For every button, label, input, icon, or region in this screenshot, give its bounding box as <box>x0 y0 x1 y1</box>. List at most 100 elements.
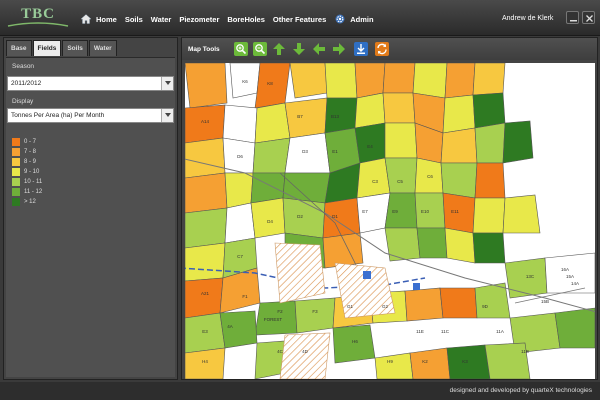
tab-fields[interactable]: Fields <box>32 40 62 56</box>
field-polygon[interactable] <box>219 310 258 349</box>
field-polygon[interactable] <box>472 197 506 234</box>
field-polygon[interactable] <box>440 127 478 164</box>
field-polygon[interactable] <box>354 63 386 99</box>
minimize-button[interactable] <box>566 11 579 24</box>
field-polygon[interactable] <box>409 347 451 379</box>
map-marker-blue[interactable] <box>413 283 420 290</box>
field-label: F3 <box>312 309 318 314</box>
field-polygon[interactable] <box>446 344 491 379</box>
field-map-svg[interactable]: K6 K8 A14 B7 B13 E1 E4 D6 D3 C3 C5 C6 E11 E10 E9 E7 D2 D1… <box>185 63 595 379</box>
field-polygon[interactable] <box>384 122 418 159</box>
field-polygon[interactable] <box>416 227 448 259</box>
field-label: 11E <box>416 329 424 334</box>
field-polygon[interactable] <box>474 122 506 164</box>
tab-soils[interactable]: Soils <box>62 40 88 56</box>
field-polygon[interactable] <box>282 172 331 204</box>
field-polygon[interactable] <box>185 242 226 282</box>
home-icon[interactable] <box>80 13 92 25</box>
nav-water[interactable]: Water <box>151 15 172 24</box>
field-polygon[interactable] <box>185 172 228 214</box>
user-name[interactable]: Andrew de Klerk <box>502 15 553 22</box>
nav-admin[interactable]: Admin <box>350 15 373 24</box>
season-select[interactable]: 2011/2012 <box>7 76 174 91</box>
nav-home[interactable]: Home <box>96 15 117 24</box>
pan-down-icon[interactable] <box>292 42 306 56</box>
nav-other-features[interactable]: Other Features <box>273 15 326 24</box>
field-polygon[interactable] <box>294 297 336 334</box>
field-polygon[interactable] <box>384 192 418 229</box>
pan-up-icon[interactable] <box>272 42 286 56</box>
close-icon <box>586 15 593 22</box>
field-polygon[interactable] <box>502 120 534 164</box>
nav-boreholes[interactable]: BoreHoles <box>227 15 265 24</box>
legend-swatch <box>12 148 20 156</box>
close-button[interactable] <box>582 11 595 24</box>
field-polygon[interactable] <box>284 97 328 139</box>
pan-left-icon[interactable] <box>312 42 326 56</box>
field-polygon[interactable] <box>412 63 448 99</box>
display-select[interactable]: Tonnes Per Area (ha) Per Month <box>7 108 174 123</box>
field-map[interactable]: K6 K8 A14 B7 B13 E1 E4 D6 D3 C3 C5 C6 E11 E10 E9 E7 D2 D1… <box>185 63 595 379</box>
field-polygon[interactable] <box>414 192 446 229</box>
field-polygon[interactable] <box>252 137 291 174</box>
field-polygon[interactable] <box>282 197 326 239</box>
field-polygon[interactable] <box>322 197 361 239</box>
download-icon[interactable] <box>354 42 368 56</box>
field-label: 4C <box>277 349 284 354</box>
tab-water[interactable]: Water <box>88 40 117 56</box>
field-polygon[interactable] <box>185 104 226 144</box>
main-nav: Home Soils Water Piezometer BoreHoles Ot… <box>80 11 382 27</box>
season-dropdown-arrow[interactable] <box>161 77 173 90</box>
pan-right-icon[interactable] <box>332 42 346 56</box>
field-polygon[interactable] <box>404 287 444 322</box>
zoom-out-icon[interactable] <box>253 42 267 56</box>
field-polygon[interactable] <box>356 157 391 199</box>
field-polygon[interactable] <box>444 63 476 99</box>
field-polygon[interactable] <box>554 307 595 349</box>
field-polygon[interactable] <box>444 227 476 264</box>
field-polygon[interactable] <box>472 63 506 96</box>
field-polygon[interactable] <box>384 157 418 194</box>
field-label: B13 <box>331 114 340 119</box>
refresh-icon[interactable] <box>375 42 389 56</box>
tab-base[interactable]: Base <box>6 40 32 56</box>
field-polygon[interactable] <box>332 324 376 364</box>
field-polygon[interactable] <box>472 232 506 264</box>
legend-swatch <box>12 178 20 186</box>
field-polygon[interactable] <box>474 162 506 199</box>
field-polygon[interactable] <box>324 97 358 134</box>
field-polygon[interactable] <box>185 63 228 109</box>
zoom-in-icon[interactable] <box>234 42 248 56</box>
field-polygon[interactable] <box>442 192 476 234</box>
field-polygon[interactable] <box>185 137 226 179</box>
app-logo[interactable]: TBC <box>6 4 70 30</box>
field-polygon[interactable] <box>382 63 416 94</box>
field-polygon[interactable] <box>472 92 506 129</box>
field-polygon[interactable] <box>354 122 386 164</box>
field-polygon[interactable] <box>544 252 595 294</box>
field-polygon[interactable] <box>442 94 476 134</box>
field-polygon[interactable] <box>250 197 286 239</box>
nav-soils[interactable]: Soils <box>125 15 143 24</box>
field-label: 16A <box>561 267 569 272</box>
field-polygon[interactable] <box>374 352 414 379</box>
field-polygon[interactable] <box>440 162 478 199</box>
field-polygon[interactable] <box>224 172 254 209</box>
field-polygon[interactable] <box>384 227 421 262</box>
field-polygon[interactable] <box>289 63 328 99</box>
nav-piezometer[interactable]: Piezometer <box>179 15 219 24</box>
map-marker-blue[interactable] <box>363 271 371 279</box>
field-polygon[interactable] <box>502 194 541 234</box>
field-polygon[interactable] <box>354 92 386 129</box>
field-polygon[interactable] <box>324 63 358 99</box>
field-polygon[interactable] <box>185 207 228 249</box>
field-label: 11A <box>496 329 504 334</box>
field-polygon[interactable] <box>224 202 256 244</box>
field-polygon[interactable] <box>382 92 416 124</box>
field-polygon[interactable] <box>222 104 258 144</box>
field-polygon[interactable] <box>254 102 291 144</box>
display-dropdown-arrow[interactable] <box>161 109 173 122</box>
gear-icon[interactable] <box>334 13 346 25</box>
field-polygon[interactable] <box>185 277 224 319</box>
field-polygon[interactable] <box>439 287 478 319</box>
